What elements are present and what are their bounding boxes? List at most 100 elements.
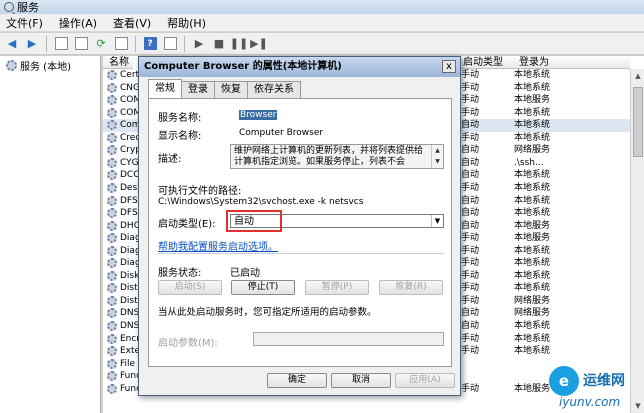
- window-titlebar: 服务: [0, 0, 644, 14]
- menu-action[interactable]: 操作(A): [59, 15, 97, 31]
- logon-cell: 本地系统: [514, 321, 551, 331]
- gear-icon: [107, 70, 117, 80]
- export-icon[interactable]: [113, 36, 129, 52]
- general-panel: 服务名称: Browser 显示名称: Computer Browser 描述:…: [148, 98, 452, 367]
- logo-icon: e: [549, 366, 579, 396]
- startup-type-cell: 自动: [461, 145, 480, 156]
- stop-button[interactable]: 停止(T): [231, 280, 295, 295]
- console-icon[interactable]: [162, 36, 178, 52]
- tab-dependencies[interactable]: 依存关系: [247, 81, 301, 98]
- gear-icon: [107, 295, 117, 306]
- logon-cell: 本地服务: [514, 233, 551, 244]
- tree-item-services-local[interactable]: 服务 (本地): [6, 58, 71, 73]
- pause-icon[interactable]: ❚❚: [230, 36, 248, 52]
- menu-file[interactable]: 文件(F): [6, 15, 43, 31]
- watermark-url: iyunv.com: [559, 395, 621, 409]
- gear-icon: [107, 258, 117, 269]
- gear-icon: [107, 308, 117, 319]
- path-value[interactable]: C:\Windows\System32\svchost.exe -k netsv…: [158, 197, 363, 207]
- cancel-button[interactable]: 取消: [331, 373, 391, 388]
- properties-dialog: Computer Browser 的属性(本地计算机) x 常规 登录 恢复 依…: [138, 56, 461, 396]
- startup-type-cell: 手动: [461, 383, 480, 394]
- gear-icon: [107, 195, 117, 206]
- gear-icon: [107, 182, 117, 193]
- logon-cell: 本地系统: [514, 107, 551, 118]
- gear-icon: [6, 60, 17, 71]
- highlight-box: [226, 210, 282, 232]
- logon-cell: 本地系统: [514, 182, 551, 193]
- start-params-label: 启动参数(M):: [158, 338, 218, 349]
- gear-icon: [107, 233, 117, 244]
- column-header-startup[interactable]: 启动类型: [457, 56, 513, 69]
- startup-type-cell: 自动: [461, 120, 480, 131]
- tab-general[interactable]: 常规: [148, 79, 182, 98]
- service-name-value[interactable]: Browser: [239, 110, 278, 120]
- dialog-title: Computer Browser 的属性(本地计算机): [139, 57, 460, 77]
- tree-item-label: 服务 (本地): [20, 62, 71, 73]
- logon-cell: 本地服务: [514, 95, 551, 106]
- gear-icon: [107, 346, 117, 357]
- tab-logon[interactable]: 登录: [181, 81, 215, 98]
- logon-cell: 网络服务: [514, 295, 551, 306]
- gear-icon: [107, 82, 117, 93]
- logon-cell: 本地服务: [514, 220, 551, 231]
- gear-icon: [107, 120, 117, 131]
- menu-bar: 文件(F) 操作(A) 查看(V) 帮助(H): [0, 14, 644, 32]
- watermark-brand: 运维网: [583, 373, 625, 389]
- description-scroll-icon[interactable]: ▲ ▼: [431, 145, 443, 168]
- restart-icon[interactable]: ▶❚: [250, 36, 268, 52]
- service-name-cell: Dist: [120, 283, 138, 294]
- logon-cell: 本地系统: [514, 346, 551, 357]
- service-name-cell: CNG: [120, 82, 140, 93]
- properties-icon[interactable]: [73, 36, 89, 52]
- help-icon[interactable]: ?: [142, 36, 158, 52]
- service-name-cell: DNS: [120, 321, 140, 331]
- display-name-value[interactable]: Computer Browser: [239, 128, 323, 138]
- pause-button[interactable]: 暂停(P): [305, 280, 369, 295]
- dialog-tabs: 常规 登录 恢复 依存关系: [148, 79, 301, 98]
- startup-type-cell: 手动: [461, 82, 480, 93]
- stop-icon[interactable]: ■: [211, 36, 227, 52]
- column-header-logon[interactable]: 登录为: [513, 56, 630, 69]
- description-text[interactable]: 维护网络上计算机的更新列表，并将列表提供给计算机指定浏览。如果服务停止，列表不会…: [230, 144, 444, 169]
- refresh-icon[interactable]: ⟳: [93, 36, 109, 52]
- startup-type-cell: 自动: [461, 220, 480, 231]
- startup-type-cell: 手动: [461, 107, 480, 118]
- gear-icon: [107, 170, 117, 181]
- scrollbar-thumb[interactable]: [633, 87, 643, 157]
- startup-type-cell: 自动: [461, 308, 480, 319]
- menu-view[interactable]: 查看(V): [113, 15, 151, 31]
- service-name-cell: DFS: [120, 195, 138, 206]
- chevron-down-icon[interactable]: ▼: [431, 215, 443, 227]
- startup-type-cell: 手动: [461, 182, 480, 193]
- start-button[interactable]: 启动(S): [158, 280, 222, 295]
- gear-icon: [107, 283, 117, 294]
- ok-button[interactable]: 确定: [267, 373, 327, 388]
- help-configure-link[interactable]: 帮助我配置服务启动选项。: [158, 238, 278, 253]
- logon-cell: 本地系统: [514, 245, 551, 256]
- back-arrow-icon[interactable]: ◀: [4, 36, 20, 52]
- startup-type-cell: 自动: [461, 157, 480, 168]
- gear-icon: [107, 383, 117, 394]
- gear-icon: [107, 107, 117, 118]
- resume-button[interactable]: 恢复(R): [379, 280, 443, 295]
- start-params-input[interactable]: [253, 332, 444, 346]
- show-tree-icon[interactable]: [53, 36, 69, 52]
- column-header-name[interactable]: 名称: [103, 56, 133, 69]
- play-icon[interactable]: ▶: [191, 36, 207, 52]
- startup-type-cell: 手动: [461, 333, 480, 344]
- startup-type-cell: 手动: [461, 270, 480, 281]
- startup-type-cell: 手动: [461, 346, 480, 357]
- startup-type-cell: 手动: [461, 245, 480, 256]
- gear-icon: [107, 132, 117, 143]
- close-icon[interactable]: x: [442, 60, 456, 73]
- forward-arrow-icon[interactable]: ▶: [24, 36, 40, 52]
- tab-recovery[interactable]: 恢复: [214, 81, 248, 98]
- service-name-cell: File: [120, 358, 136, 369]
- service-name-cell: Dist: [120, 295, 138, 306]
- logon-cell: 本地系统: [514, 120, 551, 131]
- menu-help[interactable]: 帮助(H): [167, 15, 206, 31]
- apply-button[interactable]: 应用(A): [395, 373, 455, 388]
- gear-icon: [107, 371, 117, 382]
- startup-type-cell: 手动: [461, 283, 480, 294]
